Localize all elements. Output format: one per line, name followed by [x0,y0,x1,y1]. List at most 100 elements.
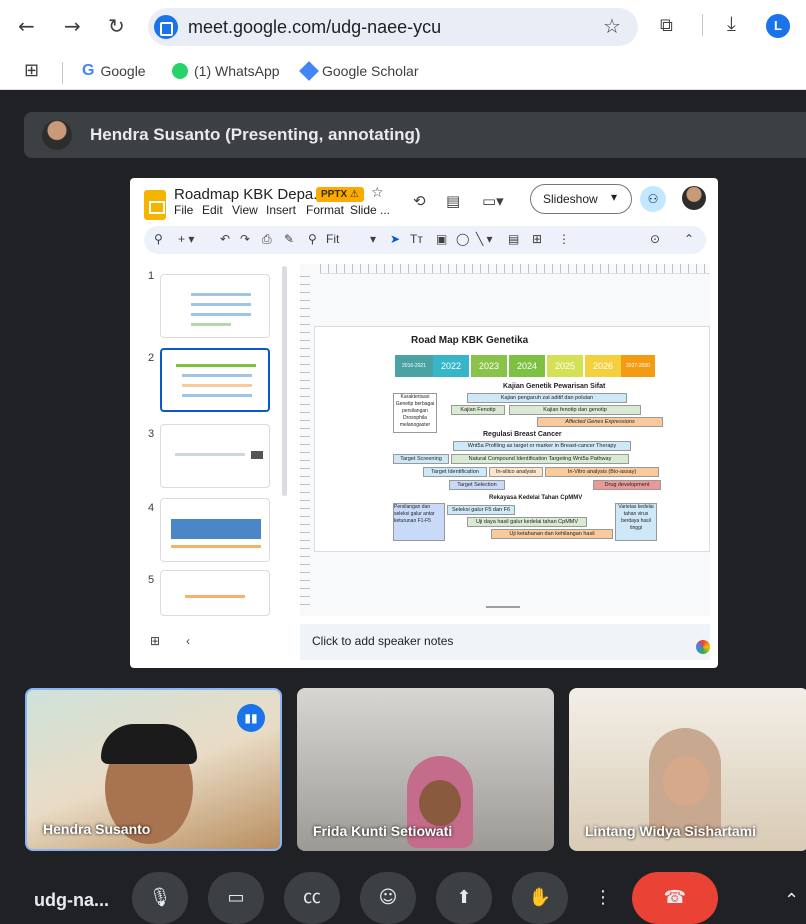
year-label: 2027-2030 [621,355,655,377]
filmstrip-scrollbar[interactable] [282,266,287,496]
captions-button[interactable]: ㏄ [284,872,340,924]
camera-button[interactable]: ▭ [208,872,264,924]
download-icon[interactable]: ⤓ [727,13,736,36]
meet-favicon-icon [154,15,178,39]
slide-canvas: Road Map KBK Genetika 2016-2021 2022 202… [300,264,710,616]
participant-tile[interactable]: Frida Kunti Setiowati [297,688,554,851]
slide-thumbnail-1[interactable] [160,274,270,338]
participant-name: Frida Kunti Setiowati [313,823,453,839]
bookmark-google[interactable]: G Google [82,62,146,80]
back-icon[interactable]: ← [18,14,35,38]
microphone-button[interactable]: 🎙 [132,872,188,924]
menu-file[interactable]: File [174,203,193,217]
menu-edit[interactable]: Edit [202,203,223,217]
menu-insert[interactable]: Insert [266,203,296,217]
slide-thumbnail-4[interactable] [160,498,270,562]
present-button[interactable]: ⬆ [436,872,492,924]
grid-view-icon[interactable]: ⊞ [150,634,160,648]
slide-thumbnail-2[interactable] [160,348,270,412]
reload-icon[interactable]: ↻ [108,14,125,38]
camera-icon: ▭ [227,887,245,908]
history-icon[interactable]: ⟲ [413,192,426,210]
comment-add-icon[interactable]: ▤ [508,232,519,246]
profile-avatar[interactable]: L [766,14,790,38]
slideshow-button[interactable]: Slideshow ▾ [530,184,632,214]
share-icon[interactable]: ⚇ [640,186,666,212]
participant-face [663,756,709,806]
leave-call-button[interactable]: ☎ [632,872,718,924]
slide-thumbnail-5[interactable] [160,570,270,616]
year-label: 2016-2021 [395,355,433,377]
participant-tile[interactable]: ▮▮ Hendra Susanto [25,688,282,851]
extensions-icon[interactable]: ⧉ [660,15,673,36]
slides-logo-icon [144,190,166,220]
participant-hair [101,724,197,764]
reactions-button[interactable]: ☺ [360,872,416,924]
gemini-icon[interactable] [696,640,710,654]
slide-box: Persilangan dan seleksi galur antar ketu… [393,503,445,541]
zoom-label[interactable]: Fit [326,232,339,246]
bookmark-whatsapp[interactable]: (1) WhatsApp [172,62,280,80]
bookmarks-bar: G Google (1) WhatsApp Google Scholar [0,52,806,90]
paint-format-icon[interactable]: ✎ [284,232,294,246]
participant-name: Lintang Widya Sishartami [585,823,757,839]
apps-grid-icon[interactable]: ⊞ [24,60,39,81]
address-bar[interactable]: meet.google.com/udg-naee-ycu [148,8,638,46]
year-label: 2023 [471,355,507,377]
comments-icon[interactable]: ▤ [446,192,460,210]
slide-box: In-Vitro analysis (Bio-assay) [545,467,659,477]
menu-more[interactable]: ... [380,203,390,217]
collapse-filmstrip-icon[interactable]: ‹ [186,634,190,648]
slide-title: Road Map KBK Genetika [411,335,529,346]
undo-icon[interactable]: ↶ [220,232,230,246]
layout-icon[interactable]: ⊞ [532,232,542,246]
current-slide[interactable]: Road Map KBK Genetika 2016-2021 2022 202… [314,326,710,552]
menu-view[interactable]: View [232,203,258,217]
zoom-dropdown-icon[interactable]: ▾ [370,232,376,246]
url-text: meet.google.com/udg-naee-ycu [188,17,442,37]
doc-user-avatar[interactable] [682,186,706,210]
vertical-ruler [300,276,310,606]
slide-box: In-silico analysis [489,467,543,477]
edit-toolbar: ⚲ + ▾ ↶ ↷ ⎙ ✎ ⚲ Fit ▾ ➤ Tт ▣ ◯ ╲ ▾ ▤ ⊞ ⋮… [144,226,706,254]
print-icon[interactable]: ⎙ [262,232,272,247]
doc-star-icon[interactable]: ☆ [371,184,384,201]
meet-camera-icon[interactable]: ▭▾ [482,192,504,210]
slide-thumbnail-3[interactable] [160,424,270,488]
collapse-toolbar-icon[interactable]: ⌃ [684,232,694,246]
redo-icon[interactable]: ↷ [240,232,250,246]
select-icon[interactable]: ➤ [390,232,400,246]
participant-tile[interactable]: Lintang Widya Sishartami [569,688,806,851]
zoom-icon[interactable]: ⚲ [308,232,317,246]
bookmark-star-icon[interactable]: ☆ [603,14,621,39]
slideshow-dropdown-icon[interactable]: ▾ [611,190,617,204]
search-menus-icon[interactable]: ⚲ [154,232,163,246]
slide-box: Target Screening [393,454,449,464]
slide-box: Wnt5a Profiling as target or marker in B… [453,441,631,451]
chevron-up-icon[interactable]: ⌃ [784,890,799,911]
section-title: Regulasi Breast Cancer [483,431,562,438]
hand-icon: ✋ [528,887,552,908]
slide-number: 5 [148,574,155,586]
meeting-code: udg-na... [34,890,109,910]
more-options-icon[interactable]: ⋮ [558,232,570,246]
slide-box: Kajian pengaruh zat aditif dan polutan [467,393,627,403]
record-icon[interactable]: ⊙ [650,232,660,246]
pptx-badge: PPTX ⚠ [316,187,364,202]
menu-slide[interactable]: Slide [350,203,377,217]
new-slide-icon[interactable]: + ▾ [178,232,194,246]
menu-format[interactable]: Format [306,203,344,217]
bookmark-google-scholar[interactable]: Google Scholar [299,61,419,81]
textbox-icon[interactable]: Tт [410,232,423,246]
raise-hand-button[interactable]: ✋ [512,872,568,924]
forward-icon[interactable]: → [64,14,81,38]
doc-title[interactable]: Roadmap KBK Depa... [174,186,326,203]
line-icon[interactable]: ╲ ▾ [476,232,493,246]
shape-icon[interactable]: ◯ [456,232,469,246]
speaking-indicator-icon: ▮▮ [237,704,265,732]
speaker-notes[interactable]: Click to add speaker notes [300,624,710,660]
image-icon[interactable]: ▣ [436,232,447,246]
section-title: Kajian Genetik Pewarisan Sifat [503,383,606,390]
slide-box: Target Identification [423,467,487,477]
more-options-button[interactable]: ⋮ [588,872,618,924]
